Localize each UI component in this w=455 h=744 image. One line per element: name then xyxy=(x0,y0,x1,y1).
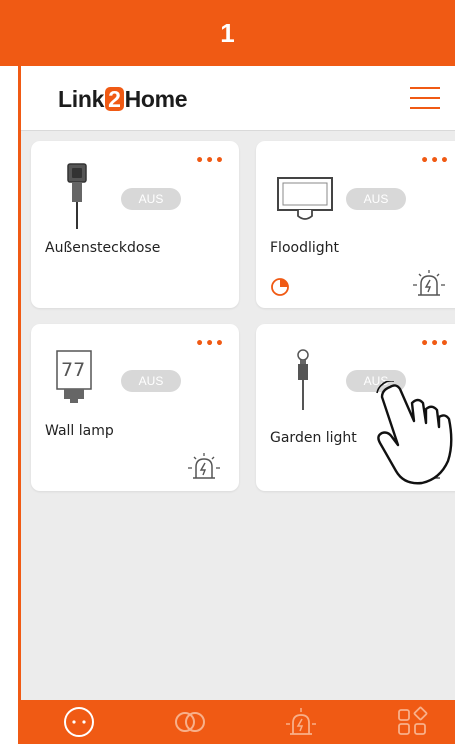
more-options-icon[interactable]: ••• xyxy=(195,336,225,352)
app-header: Link 2 Home xyxy=(21,66,455,131)
instruction-banner: 1 xyxy=(0,0,455,66)
hamburger-menu-icon[interactable] xyxy=(410,86,440,110)
step-number: 1 xyxy=(220,18,235,48)
power-toggle[interactable]: AUS xyxy=(121,188,181,210)
bottom-nav xyxy=(21,700,455,744)
alarm-siren-icon[interactable] xyxy=(412,269,446,299)
device-card-floodlight[interactable]: ••• AUS Floodlight xyxy=(256,141,455,308)
alarm-icon[interactable] xyxy=(284,706,318,738)
floodlight-icon xyxy=(277,177,333,220)
logo-text-suffix: Home xyxy=(124,86,188,112)
garden-light-icon xyxy=(297,349,309,410)
device-name: Wall lamp xyxy=(45,423,114,439)
app-logo: Link 2 Home xyxy=(58,86,188,113)
device-name: Außensteckdose xyxy=(45,240,161,256)
device-card-garden-light[interactable]: ••• AUS Garden light xyxy=(256,324,455,491)
more-options-icon[interactable]: ••• xyxy=(420,153,450,169)
apps-icon[interactable] xyxy=(395,706,429,738)
more-options-icon[interactable]: ••• xyxy=(195,153,225,169)
alarm-siren-icon[interactable] xyxy=(187,452,221,482)
more-options-icon[interactable]: ••• xyxy=(420,336,450,352)
wall-lamp-label: 77 xyxy=(61,359,86,381)
device-name: Floodlight xyxy=(270,240,339,256)
logo-text-prefix: Link xyxy=(58,86,105,112)
device-name: Garden light xyxy=(270,430,357,446)
logo-digit: 2 xyxy=(105,87,124,111)
home-icon[interactable] xyxy=(62,706,96,738)
tap-hand-icon xyxy=(376,381,453,485)
timer-icon[interactable] xyxy=(270,277,290,297)
outdoor-socket-icon xyxy=(67,163,87,229)
link-icon[interactable] xyxy=(173,706,207,738)
power-toggle[interactable]: AUS xyxy=(346,188,406,210)
device-card-wall-lamp[interactable]: ••• 77 AUS Wall lamp xyxy=(31,324,239,491)
device-card-outdoor-socket[interactable]: ••• AUS Außensteckdose xyxy=(31,141,239,308)
app-screen: Link 2 Home ••• AUS Außensteckdose ••• AUS… xyxy=(18,66,455,744)
power-toggle[interactable]: AUS xyxy=(121,370,181,392)
